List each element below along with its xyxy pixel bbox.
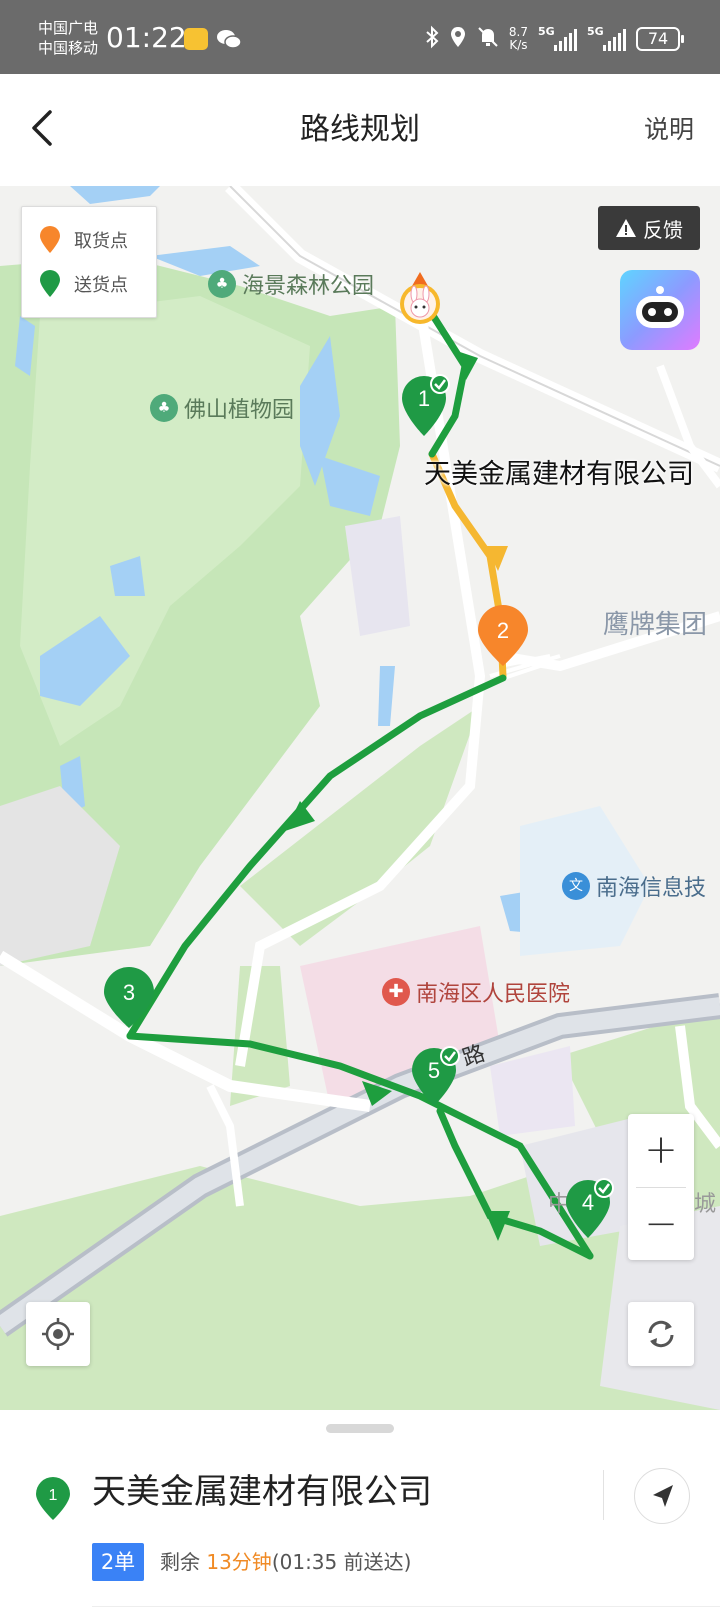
route-marker-5[interactable]: 5 xyxy=(410,1044,464,1110)
battery-indicator: 74 xyxy=(636,27,684,51)
poi-school[interactable]: 文 南海信息技 xyxy=(562,870,706,902)
mute-icon xyxy=(477,25,499,53)
poi-hospital-label: 南海区人民医院 xyxy=(416,982,571,1007)
current-stop-number: 1 xyxy=(49,1487,58,1504)
legend-delivery-label: 送货点 xyxy=(74,275,128,296)
network-1-label: 5G xyxy=(538,25,555,38)
school-icon: 文 xyxy=(562,872,590,900)
route-marker-5-label: 5 xyxy=(428,1058,440,1083)
pickup-pin-icon xyxy=(40,226,60,253)
page-title: 路线规划 xyxy=(300,112,420,147)
map-legend: 取货点 送货点 xyxy=(21,206,157,318)
poi-park-1[interactable]: ♣ 海景森林公园 xyxy=(208,268,374,300)
refresh-icon xyxy=(648,1320,674,1348)
park-icon: ♣ xyxy=(208,270,236,298)
poi-park-2[interactable]: ♣ 佛山植物园 xyxy=(150,392,294,424)
vertical-divider xyxy=(603,1470,604,1520)
pickup-pin-icon: 2 xyxy=(478,605,528,666)
bluetooth-icon xyxy=(425,25,439,53)
drag-handle[interactable] xyxy=(326,1424,394,1433)
header-bar: 路线规划 说明 xyxy=(0,74,720,186)
warning-icon xyxy=(616,219,636,237)
zoom-in-button[interactable]: + xyxy=(628,1114,694,1186)
current-stop-marker: 1 xyxy=(34,1476,72,1522)
network-speed: 8.7 K/s xyxy=(509,26,528,52)
order-count-badge: 2单 xyxy=(92,1543,144,1581)
delivery-pin-icon: 3 xyxy=(104,967,154,1028)
delivery-pin-icon: 5 xyxy=(412,1046,460,1106)
divider xyxy=(92,1606,720,1607)
route-detail-sheet: 1 天美金属建材有限公司 2单 剩余 13分钟(01:35 前送达) xyxy=(0,1410,720,1610)
crosshair-icon xyxy=(42,1318,74,1350)
status-bar: 中国广电 中国移动 01:22 8.7 K/s 5G 5G 74 xyxy=(0,0,720,74)
poi-group-label: 鹰牌集团 xyxy=(603,610,708,640)
rider-start-marker[interactable] xyxy=(398,270,442,326)
delivery-pin-icon: 1 xyxy=(36,1477,70,1520)
poi-park-1-label: 海景森林公园 xyxy=(242,274,375,299)
current-stop-title: 天美金属建材有限公司 xyxy=(92,1472,432,1512)
route-marker-1[interactable]: 1 xyxy=(400,374,454,440)
partial-label-4b: 城 xyxy=(694,1192,717,1217)
destination-map-label: 天美金属建材有限公司 xyxy=(424,459,694,490)
legend-delivery: 送货点 xyxy=(38,269,128,299)
route-marker-3[interactable]: 3 xyxy=(102,966,156,1032)
delivery-pin-icon xyxy=(40,270,60,297)
remaining-time: 剩余 13分钟(01:35 前送达) xyxy=(160,1546,411,1578)
carrier-1: 中国广电 xyxy=(38,19,99,37)
clock: 01:22 xyxy=(106,21,187,54)
signal-1-icon: 5G xyxy=(538,25,577,51)
feedback-button[interactable]: 反馈 xyxy=(598,206,700,250)
route-marker-3-label: 3 xyxy=(123,980,135,1005)
hospital-icon: ✚ xyxy=(382,978,410,1006)
robot-icon xyxy=(636,286,684,328)
route-marker-2-label: 2 xyxy=(497,618,509,643)
route-marker-4[interactable]: 4 xyxy=(564,1176,618,1242)
zoom-out-button[interactable]: − xyxy=(628,1188,694,1260)
wechat-icon xyxy=(216,28,242,50)
assistant-robot-button[interactable] xyxy=(620,270,700,350)
navigation-arrow-icon xyxy=(653,1485,673,1507)
route-marker-1-label: 1 xyxy=(418,386,430,411)
route-marker-2[interactable]: 2 xyxy=(476,604,530,670)
remaining-minutes: 13分钟 xyxy=(206,1550,272,1574)
route-marker-4-label: 4 xyxy=(582,1190,594,1215)
carrier-2: 中国移动 xyxy=(38,39,99,57)
refresh-button[interactable] xyxy=(628,1302,694,1366)
delivery-pin-icon: 4 xyxy=(566,1178,614,1238)
legend-pickup: 取货点 xyxy=(38,225,128,255)
carrier-info: 中国广电 中国移动 xyxy=(38,18,98,58)
poi-school-label: 南海信息技 xyxy=(596,876,707,901)
help-link[interactable]: 说明 xyxy=(644,112,694,148)
network-2-label: 5G xyxy=(587,25,604,38)
park-icon: ♣ xyxy=(150,394,178,422)
status-icons: 8.7 K/s 5G 5G 74 xyxy=(425,22,684,56)
delivery-pin-icon: 1 xyxy=(402,374,450,436)
route-map[interactable]: 取货点 送货点 反馈 ♣ 海景森林公园 ♣ 佛山植物园 天美金属建材有限公司 鹰… xyxy=(0,186,720,1410)
feedback-label: 反馈 xyxy=(643,217,683,242)
zoom-controls: + − xyxy=(628,1114,694,1260)
remaining-prefix: 剩余 xyxy=(160,1550,207,1574)
legend-pickup-label: 取货点 xyxy=(74,231,128,252)
speed-unit: K/s xyxy=(509,38,528,52)
signal-2-icon: 5G xyxy=(587,25,626,51)
notification-app-icon xyxy=(184,28,208,50)
navigate-button[interactable] xyxy=(634,1468,690,1524)
location-icon xyxy=(449,25,467,53)
poi-hospital[interactable]: ✚ 南海区人民医院 xyxy=(382,976,570,1008)
locate-button[interactable] xyxy=(26,1302,90,1366)
rabbit-avatar-icon xyxy=(400,272,440,324)
deadline-text: (01:35 前送达) xyxy=(271,1550,412,1574)
poi-park-2-label: 佛山植物园 xyxy=(184,398,295,423)
